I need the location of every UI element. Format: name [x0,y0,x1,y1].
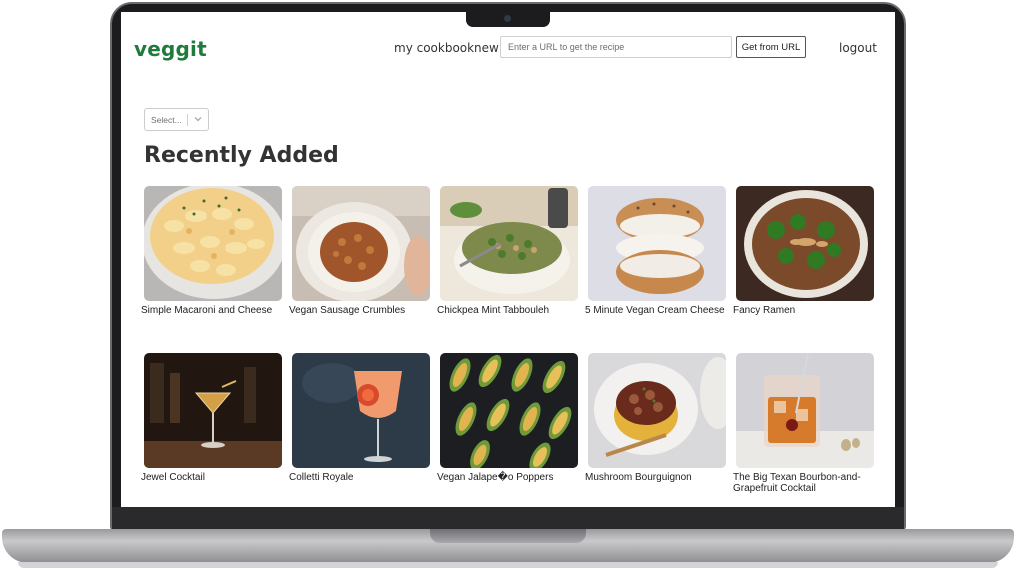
recipe-title[interactable]: Simple Macaroni and Cheese [141,305,281,316]
laptop-base-lip [430,529,586,543]
get-from-url-button[interactable]: Get from URL [736,36,806,58]
nav-new[interactable]: new [474,41,499,55]
filter-select[interactable]: Select... [144,108,209,131]
camera-notch [466,11,550,27]
chevron-down-icon [194,117,202,122]
recipe-image[interactable] [144,186,282,301]
recipe-image[interactable] [440,353,578,468]
recipe-image[interactable] [292,186,430,301]
recipe-image[interactable] [736,186,874,301]
screen-bezel [112,507,904,529]
recipe-url-input[interactable] [500,36,732,58]
recipe-title[interactable]: Mushroom Bourguignon [585,472,725,483]
logout-link[interactable]: logout [839,41,877,55]
recipe-title[interactable]: Vegan Sausage Crumbles [289,305,429,316]
recipe-title[interactable]: Chickpea Mint Tabbouleh [437,305,577,316]
recipe-image[interactable] [588,186,726,301]
recipe-title[interactable]: Fancy Ramen [733,305,873,316]
recipe-image[interactable] [440,186,578,301]
recipe-image[interactable] [292,353,430,468]
recipe-title[interactable]: The Big Texan Bourbon-and-Grapefruit Coc… [733,472,873,494]
recipe-image[interactable] [588,353,726,468]
section-heading: Recently Added [144,143,339,168]
recipe-title[interactable]: 5 Minute Vegan Cream Cheese [585,305,725,316]
recipe-image[interactable] [144,353,282,468]
app-logo[interactable]: veggit [134,37,207,61]
select-separator [187,114,188,126]
app-screen: veggit my cookbook new Get from URL logo… [121,12,895,507]
nav-my-cookbook[interactable]: my cookbook [394,41,474,55]
recipe-title[interactable]: Jewel Cocktail [141,472,281,483]
recipe-title[interactable]: Colletti Royale [289,472,429,483]
recipe-image[interactable] [736,353,874,468]
filter-select-value: Select... [151,115,182,125]
camera-icon [504,15,511,22]
recipe-title[interactable]: Vegan Jalape�o Poppers [437,472,577,483]
laptop-shadow [18,562,998,568]
